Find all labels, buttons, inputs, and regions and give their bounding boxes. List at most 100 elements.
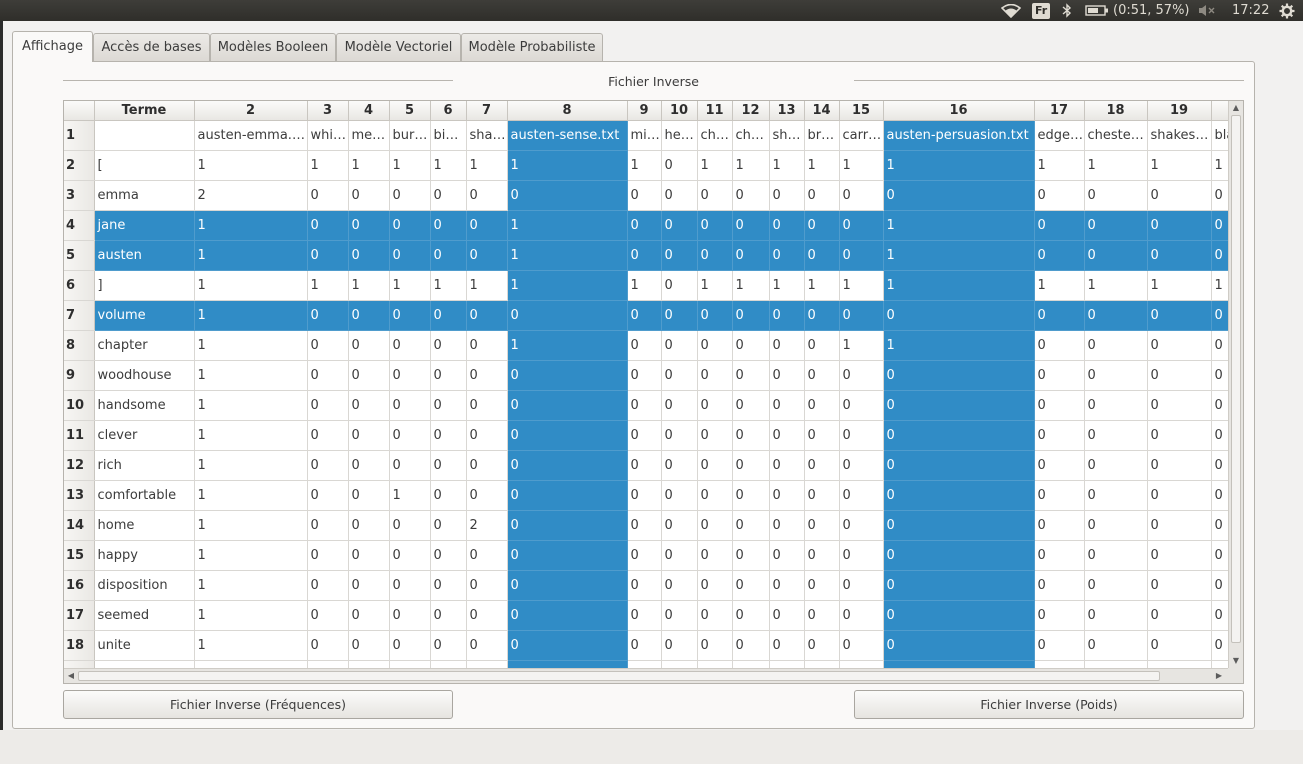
table-cell[interactable]: 1 [348, 270, 390, 301]
table-cell[interactable]: 0 [430, 600, 467, 631]
column-header[interactable]: 10 [661, 101, 698, 121]
table-row[interactable]: 16 disposition 1 0 0 0 0 0 0 0 0 0 0 0 0 0 0 0 0 0 0 [64, 570, 1241, 601]
table-cell[interactable]: bur… [389, 120, 431, 151]
table-cell[interactable]: [ [94, 150, 195, 181]
table-cell[interactable]: 0 [430, 300, 467, 331]
table-cell[interactable]: 1 [430, 270, 467, 301]
table-cell[interactable]: 0 [507, 570, 628, 601]
column-header[interactable]: 14 [804, 101, 840, 121]
table-cell[interactable]: 1 [389, 150, 431, 181]
table-cell[interactable]: 0 [697, 300, 733, 331]
table-cell[interactable]: 0 [466, 450, 508, 481]
table-cell[interactable]: 1 [1034, 270, 1085, 301]
table-cell[interactable]: 0 [507, 420, 628, 451]
table-cell[interactable]: 0 [430, 480, 467, 511]
table-cell[interactable]: 0 [627, 510, 662, 541]
table-cell[interactable]: 0 [1147, 210, 1212, 241]
table-cell[interactable]: 0 [348, 330, 390, 361]
table-cell[interactable]: 1 [466, 150, 508, 181]
table-cell[interactable]: 0 [732, 180, 770, 211]
column-header[interactable]: 4 [348, 101, 390, 121]
table-cell[interactable]: 1 [194, 600, 308, 631]
table-cell[interactable]: 1 [697, 150, 733, 181]
table-cell[interactable]: 0 [627, 540, 662, 571]
table-cell[interactable]: 0 [1147, 330, 1212, 361]
table-cell[interactable]: 1 [697, 270, 733, 301]
table-cell[interactable]: 0 [627, 360, 662, 391]
table-cell[interactable]: 0 [769, 240, 805, 271]
table-cell[interactable]: 0 [627, 450, 662, 481]
table-cell[interactable]: 0 [769, 570, 805, 601]
column-header[interactable]: Terme [94, 101, 195, 121]
vertical-scrollbar[interactable]: ▲ ▼ [1228, 101, 1243, 668]
table-cell[interactable]: 0 [883, 510, 1035, 541]
table-cell[interactable]: 0 [466, 420, 508, 451]
table-cell[interactable]: 0 [1034, 480, 1085, 511]
table-cell[interactable]: 0 [430, 360, 467, 391]
table-cell[interactable]: 0 [732, 300, 770, 331]
table-cell[interactable]: 0 [348, 300, 390, 331]
table-cell[interactable]: emma [94, 180, 195, 211]
table-cell[interactable]: 1 [194, 540, 308, 571]
table-cell[interactable]: 1 [1034, 150, 1085, 181]
table-cell[interactable]: 0 [769, 540, 805, 571]
table-cell[interactable]: 0 [466, 210, 508, 241]
table-cell[interactable]: 0 [507, 300, 628, 331]
table-cell[interactable]: 0 [307, 600, 349, 631]
tab-modele-probabiliste[interactable]: Modèle Probabiliste [461, 33, 603, 61]
table-cell[interactable]: 0 [697, 210, 733, 241]
table-cell[interactable]: 0 [389, 450, 431, 481]
table-cell[interactable]: 0 [883, 600, 1035, 631]
table-cell[interactable]: 1 [348, 150, 390, 181]
table-cell[interactable]: 0 [697, 510, 733, 541]
table-cell[interactable]: 1 [1084, 150, 1148, 181]
table-cell[interactable]: 0 [883, 540, 1035, 571]
table-cell[interactable]: 1 [194, 480, 308, 511]
table-cell[interactable]: austen-persuasion.txt [883, 120, 1035, 151]
table-row[interactable]: 15 happy 1 0 0 0 0 0 0 0 0 0 0 0 0 0 0 0 0 0 0 [64, 540, 1241, 571]
table-cell[interactable]: 1 [194, 240, 308, 271]
table-cell[interactable]: shakes… [1147, 120, 1212, 151]
column-header[interactable]: 9 [627, 101, 662, 121]
table-cell[interactable]: 0 [1034, 630, 1085, 661]
table-cell[interactable]: 0 [661, 630, 698, 661]
table-cell[interactable]: 0 [307, 330, 349, 361]
table-cell[interactable]: 0 [697, 600, 733, 631]
table-cell[interactable]: 0 [430, 570, 467, 601]
table-cell[interactable]: 0 [348, 570, 390, 601]
table-cell[interactable]: 0 [430, 210, 467, 241]
table-cell[interactable]: 1 [194, 150, 308, 181]
table-cell[interactable]: 0 [627, 420, 662, 451]
table-cell[interactable]: 0 [430, 450, 467, 481]
table-cell[interactable]: 0 [1034, 300, 1085, 331]
table-cell[interactable]: edge… [1034, 120, 1085, 151]
table-cell[interactable]: 0 [430, 510, 467, 541]
table-cell[interactable]: 1 [389, 480, 431, 511]
table-cell[interactable]: 0 [430, 390, 467, 421]
row-header[interactable]: 16 [64, 570, 95, 601]
table-cell[interactable]: 1 [507, 330, 628, 361]
table-cell[interactable]: 0 [732, 510, 770, 541]
table-cell[interactable] [94, 120, 195, 151]
table-cell[interactable]: jane [94, 210, 195, 241]
wifi-icon[interactable] [1001, 0, 1021, 21]
table-cell[interactable]: 0 [389, 420, 431, 451]
table-cell[interactable]: 0 [507, 630, 628, 661]
table-row[interactable]: 14 home 1 0 0 0 0 2 0 0 0 0 0 0 0 0 0 0 0 0 0 [64, 510, 1241, 541]
table-cell[interactable]: 0 [661, 390, 698, 421]
table-cell[interactable]: 1 [1147, 150, 1212, 181]
table-row[interactable]: 6] 1 1 1 1 1 1 1 1 0 1 1 1 1 1 1 1 1 1 1 [64, 270, 1241, 301]
table-cell[interactable]: 0 [661, 540, 698, 571]
table-cell[interactable]: 0 [1034, 180, 1085, 211]
table-cell[interactable]: 0 [661, 570, 698, 601]
table-cell[interactable]: 0 [661, 480, 698, 511]
table-cell[interactable]: 0 [389, 630, 431, 661]
row-header[interactable]: 14 [64, 510, 95, 541]
row-header[interactable]: 2 [64, 150, 95, 181]
table-cell[interactable]: 0 [1034, 600, 1085, 631]
table-cell[interactable]: 0 [466, 480, 508, 511]
table-cell[interactable]: austen [94, 240, 195, 271]
table-cell[interactable]: 0 [627, 300, 662, 331]
table-cell[interactable]: 0 [1034, 540, 1085, 571]
table-cell[interactable]: 1 [194, 510, 308, 541]
